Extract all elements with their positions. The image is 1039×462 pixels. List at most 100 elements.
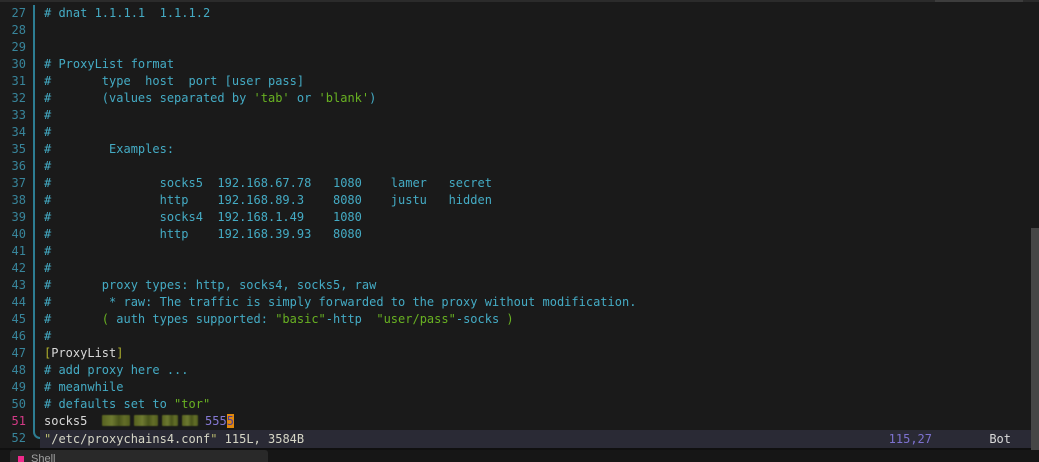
code-line-content: # [35, 158, 51, 175]
terminal-tab-shell[interactable]: Shell [10, 450, 268, 462]
code-line-content: # http 192.168.39.93 8080 [35, 226, 362, 243]
code-line-content [35, 39, 44, 56]
code-line-content [35, 22, 44, 39]
code-line-content: # Examples: [35, 141, 174, 158]
code-line-40[interactable]: 40 # http 192.168.39.93 8080 [0, 226, 1039, 243]
code-line-42[interactable]: 42 # [0, 260, 1039, 277]
redacted-block [162, 415, 178, 426]
code-editor[interactable]: 27 # dnat 1.1.1.1 1.1.1.2 282930 # ProxyLis… [0, 2, 1039, 430]
redacted-ip [102, 413, 198, 430]
code-segment: # * raw: The traffic is simply forwarded… [44, 295, 636, 309]
code-segment: # [44, 108, 51, 122]
code-line-29[interactable]: 29 [0, 39, 1039, 56]
code-segment: ProxyList [51, 346, 116, 360]
redacted-block [182, 415, 198, 426]
code-segment: # socks4 192.168.1.49 1080 [44, 210, 362, 224]
code-segment: "tor" [174, 397, 210, 411]
code-segment: # [44, 312, 102, 326]
code-line-content: # [35, 243, 51, 260]
code-line-37[interactable]: 37# socks5 192.168.67.78 1080 lamer secr… [0, 175, 1039, 192]
code-line-41[interactable]: 41# [0, 243, 1039, 260]
code-line-content: # add proxy here ... [35, 362, 189, 379]
code-line-content: # socks5 192.168.67.78 1080 lamer secret [35, 175, 492, 192]
code-line-35[interactable]: 35 # Examples: [0, 141, 1039, 158]
code-segment: ) [499, 312, 513, 326]
line-number: 42 [0, 260, 26, 277]
code-segment: # Examples: [44, 142, 174, 156]
file-message: "/etc/proxychains4.conf" 115L, 3584B [40, 432, 304, 446]
window-top-border [0, 0, 1039, 2]
code-line-47[interactable]: 47[ProxyList] [0, 345, 1039, 362]
code-line-content: # [35, 328, 51, 345]
line-number: 33 [0, 107, 26, 124]
line-number: 35 [0, 141, 26, 158]
code-segment: ] [116, 346, 123, 360]
code-segment: # socks5 192.168.67.78 1080 lamer secret [44, 176, 492, 190]
line-number: 38 [0, 192, 26, 209]
line-number: 30 [0, 56, 26, 73]
code-line-39[interactable]: 39 # socks4 192.168.1.49 1080 [0, 209, 1039, 226]
code-line-46[interactable]: 46 # [0, 328, 1039, 345]
vim-status-bar: "/etc/proxychains4.conf" 115L, 3584B 115… [40, 430, 1039, 448]
code-segment: # http 192.168.89.3 8080 justu hidden [44, 193, 492, 207]
redacted-block [134, 415, 158, 426]
code-segment: # [44, 244, 51, 258]
code-line-38[interactable]: 38 # http 192.168.89.3 8080 justu hidden [0, 192, 1039, 209]
code-line-36[interactable]: 36 # [0, 158, 1039, 175]
code-line-content: # [35, 260, 51, 277]
code-line-content: # (values separated by 'tab' or 'blank') [35, 90, 376, 107]
code-segment: "basic" [275, 312, 326, 326]
line-number: 39 [0, 209, 26, 226]
line-number: 27 [0, 5, 26, 22]
status-line-number: 52 [0, 430, 26, 448]
code-line-44[interactable]: 44# * raw: The traffic is simply forward… [0, 294, 1039, 311]
line-number: 29 [0, 39, 26, 56]
line-number: 46 [0, 328, 26, 345]
tab-activity-icon [18, 456, 24, 462]
file-stats: 115L, 3584B [217, 432, 304, 446]
line-number: 43 [0, 277, 26, 294]
code-line-content: # [35, 107, 51, 124]
code-line-49[interactable]: 49# meanwhile [0, 379, 1039, 396]
line-number: 32 [0, 90, 26, 107]
code-segment: # (values separated by [44, 91, 254, 105]
line-number: 28 [0, 22, 26, 39]
line-number: 36 [0, 158, 26, 175]
code-line-34[interactable]: 34# [0, 124, 1039, 141]
code-segment: # [44, 329, 51, 343]
line-number: 40 [0, 226, 26, 243]
code-line-27[interactable]: 27 # dnat 1.1.1.1 1.1.1.2 [0, 5, 1039, 22]
redacted-block [102, 415, 130, 426]
code-line-content: [ProxyList] [35, 345, 124, 362]
line-number: 31 [0, 73, 26, 90]
top-border-highlight [935, 0, 1023, 2]
code-segment: # type host port [user pass] [44, 74, 304, 88]
code-segment: # add proxy here ... [44, 363, 189, 377]
code-line-28[interactable]: 28 [0, 22, 1039, 39]
code-segment: # http 192.168.39.93 8080 [44, 227, 362, 241]
code-line-content: # dnat 1.1.1.1 1.1.1.2 [35, 5, 210, 22]
code-segment: # [44, 261, 51, 275]
code-segment: # meanwhile [44, 380, 123, 394]
code-segment: # proxy types: http, socks4, socks5, raw [44, 278, 376, 292]
code-segment [198, 414, 205, 428]
code-line-45[interactable]: 45# ( auth types supported: "basic"-http… [0, 311, 1039, 328]
code-line-30[interactable]: 30 # ProxyList format [0, 56, 1039, 73]
scrollbar-thumb[interactable] [1031, 228, 1039, 450]
code-line-48[interactable]: 48# add proxy here ... [0, 362, 1039, 379]
code-segment: -socks [456, 312, 499, 326]
code-line-33[interactable]: 33 # [0, 107, 1039, 124]
code-segment: ( [102, 312, 116, 326]
code-line-51[interactable]: 51socks5 5555 [0, 413, 1039, 430]
code-segment: socks5 [44, 414, 102, 428]
file-path: /etc/proxychains4.conf [51, 432, 210, 446]
code-segment: ) [369, 91, 376, 105]
code-line-43[interactable]: 43 # proxy types: http, socks4, socks5, r… [0, 277, 1039, 294]
code-line-31[interactable]: 31 # type host port [user pass] [0, 73, 1039, 90]
code-line-50[interactable]: 50# defaults set to "tor" [0, 396, 1039, 413]
code-line-content: # socks4 192.168.1.49 1080 [35, 209, 362, 226]
code-line-32[interactable]: 32 # (values separated by 'tab' or 'blank… [0, 90, 1039, 107]
code-line-content: # ProxyList format [35, 56, 174, 73]
code-segment: # [44, 159, 51, 173]
tab-label: Shell [31, 454, 55, 462]
